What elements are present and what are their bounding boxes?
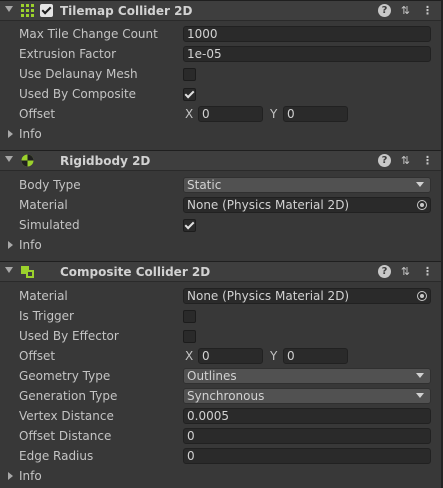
help-icon[interactable]: ?	[378, 4, 391, 17]
offset-x-input[interactable]: 0	[198, 348, 263, 364]
vertex-distance-input[interactable]: 0.0005	[183, 408, 431, 424]
used-by-composite-checkbox[interactable]	[183, 88, 196, 101]
geometry-type-label: Geometry Type	[19, 369, 111, 383]
edge-radius-input[interactable]: 0	[183, 448, 431, 464]
extrusion-factor-label: Extrusion Factor	[19, 47, 117, 61]
collapse-arrow-icon[interactable]	[5, 6, 13, 12]
geometry-type-dropdown[interactable]: Outlines	[183, 368, 431, 384]
generation-type-value: Synchronous	[187, 389, 265, 403]
tilemap-collider-header[interactable]: Tilemap Collider 2D ? ⇅ ⋮	[0, 0, 441, 21]
use-delaunay-mesh-checkbox[interactable]	[183, 68, 196, 81]
help-icon[interactable]: ?	[378, 154, 391, 167]
offset-y-input[interactable]: 0	[283, 348, 348, 364]
body-type-value: Static	[187, 178, 222, 192]
offset-x-label: X	[185, 107, 194, 121]
component-title: Tilemap Collider 2D	[60, 4, 193, 18]
composite-collider-header[interactable]: Composite Collider 2D ? ⇅ ⋮	[0, 261, 441, 282]
used-by-effector-checkbox[interactable]	[183, 330, 196, 343]
grid-icon	[21, 4, 34, 17]
component-enabled-checkbox[interactable]	[40, 4, 53, 17]
info-foldout[interactable]: Info	[19, 127, 42, 141]
vertex-distance-label: Vertex Distance	[19, 409, 114, 423]
used-by-composite-label: Used By Composite	[19, 87, 137, 101]
material-object-field[interactable]: None (Physics Material 2D)	[183, 197, 431, 213]
body-type-dropdown[interactable]: Static	[183, 177, 431, 193]
info-foldout-icon[interactable]	[8, 130, 13, 138]
extrusion-factor-input[interactable]: 1e-05	[183, 46, 431, 62]
more-menu-icon[interactable]: ⋮	[421, 154, 434, 167]
more-menu-icon[interactable]: ⋮	[421, 4, 434, 17]
help-icon[interactable]: ?	[378, 265, 391, 278]
collapse-arrow-icon[interactable]	[5, 156, 13, 162]
composite-collider-icon	[21, 266, 34, 278]
rigidbody-header[interactable]: Rigidbody 2D ? ⇅ ⋮	[0, 150, 441, 171]
used-by-effector-label: Used By Effector	[19, 329, 119, 343]
is-trigger-checkbox[interactable]	[183, 310, 196, 323]
component-title: Rigidbody 2D	[60, 154, 151, 168]
generation-type-label: Generation Type	[19, 389, 118, 403]
chevron-down-icon	[416, 182, 424, 187]
info-foldout-icon[interactable]	[8, 241, 13, 249]
offset-y-label: Y	[270, 349, 278, 363]
is-trigger-label: Is Trigger	[19, 309, 74, 323]
simulated-checkbox[interactable]	[183, 219, 196, 232]
chevron-down-icon	[416, 373, 424, 378]
component-title: Composite Collider 2D	[60, 265, 211, 279]
offset-label: Offset	[19, 349, 56, 363]
preset-icon[interactable]: ⇅	[399, 265, 412, 278]
edge-radius-label: Edge Radius	[19, 449, 94, 463]
more-menu-icon[interactable]: ⋮	[421, 265, 434, 278]
rigidbody-icon	[21, 154, 34, 167]
simulated-label: Simulated	[19, 218, 80, 232]
material-value: None (Physics Material 2D)	[187, 289, 350, 303]
object-picker-icon[interactable]	[417, 291, 427, 301]
offset-distance-label: Offset Distance	[19, 429, 112, 443]
offset-y-label: Y	[270, 107, 278, 121]
max-tile-change-count-input[interactable]: 1000	[183, 26, 431, 42]
material-label: Material	[19, 289, 68, 303]
material-label: Material	[19, 198, 68, 212]
material-value: None (Physics Material 2D)	[187, 198, 350, 212]
max-tile-change-count-label: Max Tile Change Count	[19, 27, 158, 41]
object-picker-icon[interactable]	[417, 200, 427, 210]
use-delaunay-mesh-label: Use Delaunay Mesh	[19, 67, 138, 81]
chevron-down-icon	[416, 393, 424, 398]
offset-x-input[interactable]: 0	[198, 106, 263, 122]
material-object-field[interactable]: None (Physics Material 2D)	[183, 288, 431, 304]
info-foldout[interactable]: Info	[19, 469, 42, 483]
info-foldout[interactable]: Info	[19, 238, 42, 252]
offset-label: Offset	[19, 107, 56, 121]
preset-icon[interactable]: ⇅	[399, 154, 412, 167]
collapse-arrow-icon[interactable]	[5, 267, 13, 273]
generation-type-dropdown[interactable]: Synchronous	[183, 388, 431, 404]
geometry-type-value: Outlines	[187, 369, 237, 383]
offset-y-input[interactable]: 0	[283, 106, 348, 122]
info-foldout-icon[interactable]	[8, 472, 13, 480]
offset-distance-input[interactable]: 0	[183, 428, 431, 444]
body-type-label: Body Type	[19, 178, 81, 192]
offset-x-label: X	[185, 349, 194, 363]
preset-icon[interactable]: ⇅	[399, 4, 412, 17]
